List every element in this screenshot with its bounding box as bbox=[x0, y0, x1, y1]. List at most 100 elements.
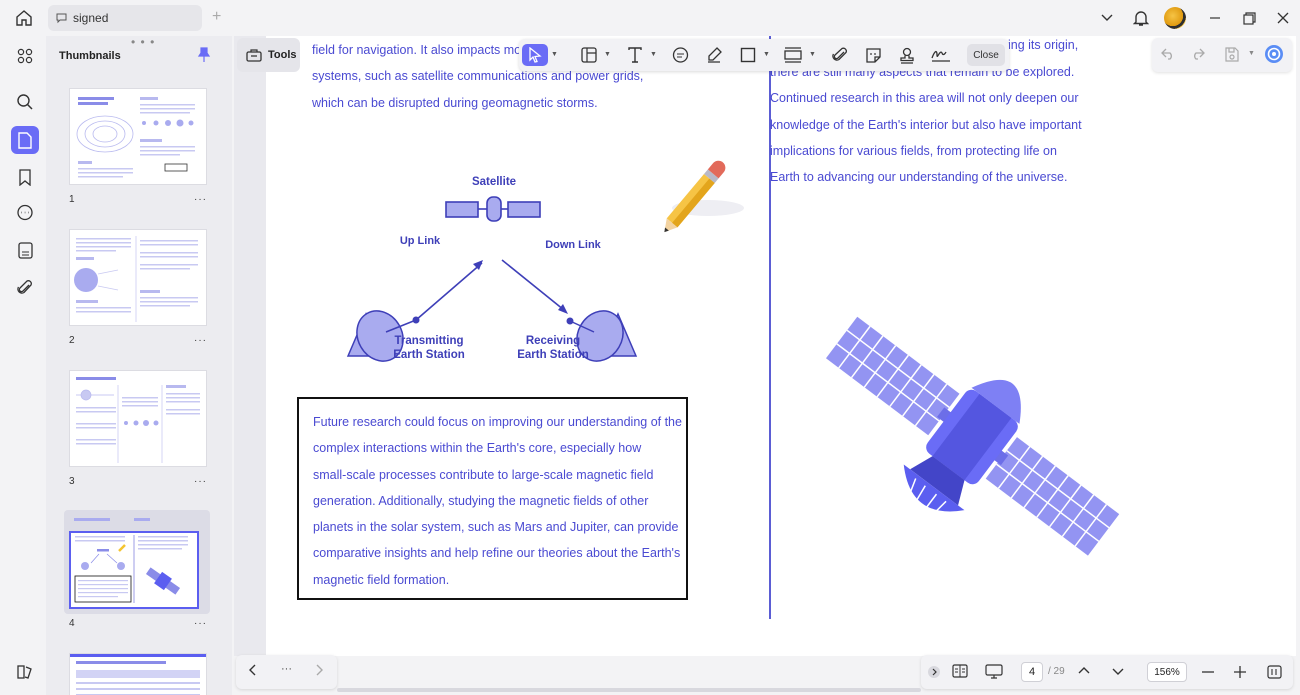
comments-icon[interactable] bbox=[11, 199, 39, 227]
apps-grid-icon[interactable] bbox=[11, 42, 39, 70]
avatar[interactable] bbox=[1164, 7, 1186, 29]
search-icon[interactable] bbox=[11, 88, 39, 116]
downlink-label: Down Link bbox=[545, 239, 601, 251]
text-line: planets in the solar system, such as Mar… bbox=[313, 520, 679, 535]
thumbnail-number: 3 bbox=[69, 476, 75, 487]
presentation-icon[interactable] bbox=[985, 664, 1003, 679]
select-cursor-icon[interactable] bbox=[522, 44, 548, 66]
text-box-annotation[interactable]: Future research could focus on improving… bbox=[297, 397, 688, 600]
pencil-illustration bbox=[664, 160, 744, 233]
document-tab[interactable]: signed bbox=[48, 5, 202, 31]
fit-page-icon[interactable] bbox=[1267, 665, 1282, 679]
text-line: magnetic field formation. bbox=[313, 572, 450, 587]
restore-icon[interactable] bbox=[1238, 8, 1260, 28]
field-dropdown-chevron-icon[interactable]: ▼ bbox=[604, 51, 611, 58]
text-field-icon[interactable] bbox=[577, 44, 601, 66]
thumbnail-more-icon[interactable]: ··· bbox=[194, 194, 207, 205]
label-line: Receiving bbox=[525, 335, 581, 347]
zoom-in-icon[interactable] bbox=[1234, 666, 1246, 678]
resize-grip-icon[interactable]: • • • bbox=[131, 36, 155, 49]
text-tool-icon[interactable] bbox=[623, 44, 647, 66]
save-dropdown-chevron-icon[interactable]: ▼ bbox=[1248, 50, 1255, 57]
tools-button[interactable]: Tools bbox=[237, 38, 300, 72]
text-box-content[interactable]: Future research could focus on improving… bbox=[313, 409, 682, 593]
close-toolbar-button[interactable]: Close bbox=[967, 44, 1005, 66]
zoom-out-icon[interactable] bbox=[1202, 671, 1214, 673]
redo-icon[interactable] bbox=[1186, 43, 1210, 65]
history-toolbar: ▼ bbox=[1152, 38, 1292, 72]
page-thumbnail-5[interactable] bbox=[69, 653, 207, 695]
new-tab-icon[interactable]: + bbox=[212, 8, 221, 26]
reading-mode-icon[interactable] bbox=[952, 664, 968, 678]
save-icon[interactable] bbox=[1220, 43, 1244, 65]
collapse-chevron-icon[interactable] bbox=[927, 665, 941, 679]
thumbnail-number: 4 bbox=[69, 618, 75, 629]
thumbnail-more-icon[interactable]: ··· bbox=[194, 618, 207, 629]
horizontal-scrollbar[interactable] bbox=[337, 688, 921, 692]
highlighter-icon[interactable] bbox=[702, 44, 726, 66]
page-thumbnail-2[interactable] bbox=[69, 229, 207, 326]
thumbnail-more-icon[interactable]: ··· bbox=[194, 476, 207, 487]
thumbnail-panel: • • • Thumbnails 1 ··· 2 ··· 3 ··· 4 ··· bbox=[46, 36, 232, 695]
attachment-icon[interactable] bbox=[11, 274, 39, 302]
left-rail bbox=[5, 36, 44, 695]
text-line: Continued research in this area will not… bbox=[770, 91, 1079, 106]
thumbnails-page-icon[interactable] bbox=[11, 126, 39, 154]
text-line: implications for various fields, from pr… bbox=[770, 143, 1057, 158]
tab-title: signed bbox=[73, 11, 109, 25]
text-line: knowledge of the Earth's interior but al… bbox=[770, 117, 1082, 132]
receiving-station-label: Receiving Earth Station bbox=[508, 334, 598, 362]
ai-assistant-icon[interactable] bbox=[1262, 43, 1286, 65]
label-line: Transmitting bbox=[394, 335, 464, 347]
current-page-input[interactable]: 4 bbox=[1021, 662, 1043, 682]
thumbnail-more-icon[interactable]: ··· bbox=[194, 335, 207, 346]
label-line: Earth Station bbox=[517, 349, 589, 361]
thumbnail-header-bar bbox=[134, 518, 150, 521]
attach-file-icon[interactable] bbox=[828, 44, 852, 66]
text-line: which can be disrupted during geomagneti… bbox=[312, 95, 598, 110]
stamp-icon[interactable] bbox=[895, 44, 919, 66]
page-down-icon[interactable] bbox=[1112, 668, 1124, 676]
page-up-icon[interactable] bbox=[1078, 666, 1090, 674]
more-options-icon[interactable]: ··· bbox=[281, 663, 292, 675]
form-icon[interactable] bbox=[11, 236, 39, 264]
body-text-right: there are still many aspects that remain… bbox=[770, 59, 1082, 190]
sticker-icon[interactable] bbox=[861, 44, 885, 66]
comment-bubble-icon[interactable] bbox=[668, 44, 692, 66]
text-dropdown-chevron-icon[interactable]: ▼ bbox=[650, 51, 657, 58]
page-thumbnail-4[interactable] bbox=[69, 531, 199, 609]
text-line: Earth to advancing our understanding of … bbox=[770, 170, 1068, 185]
page-nav-left: ··· bbox=[236, 655, 337, 689]
satellite-label: Satellite bbox=[472, 176, 516, 188]
close-window-icon[interactable] bbox=[1272, 8, 1294, 28]
chevron-down-icon[interactable] bbox=[1096, 8, 1118, 28]
undo-icon[interactable] bbox=[1156, 43, 1180, 65]
thumbnail-number: 2 bbox=[69, 335, 75, 346]
transmitting-station-label: Transmitting Earth Station bbox=[384, 334, 474, 362]
signature-icon[interactable] bbox=[929, 44, 953, 66]
satellite-illustration bbox=[825, 316, 1120, 556]
bell-icon[interactable] bbox=[1130, 8, 1152, 28]
shape-dropdown-chevron-icon[interactable]: ▼ bbox=[763, 51, 770, 58]
next-arrow-icon[interactable] bbox=[316, 664, 324, 676]
toolbox-icon bbox=[246, 49, 262, 62]
title-bar: signed + bbox=[0, 0, 1300, 36]
page-thumbnail-3[interactable] bbox=[69, 370, 207, 467]
page-nav-right: 4 / 29 156% bbox=[921, 655, 1293, 689]
layers-icon[interactable] bbox=[11, 658, 39, 686]
measure-icon[interactable] bbox=[781, 44, 805, 66]
tools-label: Tools bbox=[268, 49, 297, 61]
previous-arrow-icon[interactable] bbox=[248, 664, 256, 676]
zoom-level[interactable]: 156% bbox=[1147, 662, 1187, 682]
select-dropdown-chevron-icon[interactable]: ▼ bbox=[551, 51, 558, 58]
bookmark-icon[interactable] bbox=[11, 163, 39, 191]
text-line: generation. Additionally, studying the m… bbox=[313, 493, 649, 508]
minimize-icon[interactable] bbox=[1204, 8, 1226, 28]
uplink-label: Up Link bbox=[400, 235, 441, 247]
pin-icon[interactable] bbox=[197, 47, 211, 63]
page-thumbnail-1[interactable] bbox=[69, 88, 207, 185]
rectangle-shape-icon[interactable] bbox=[736, 44, 760, 66]
annotation-toolbar: ▼ ▼ ▼ ▼ ▼ Close bbox=[519, 39, 1009, 71]
home-icon[interactable] bbox=[12, 7, 36, 29]
measure-dropdown-chevron-icon[interactable]: ▼ bbox=[809, 51, 816, 58]
